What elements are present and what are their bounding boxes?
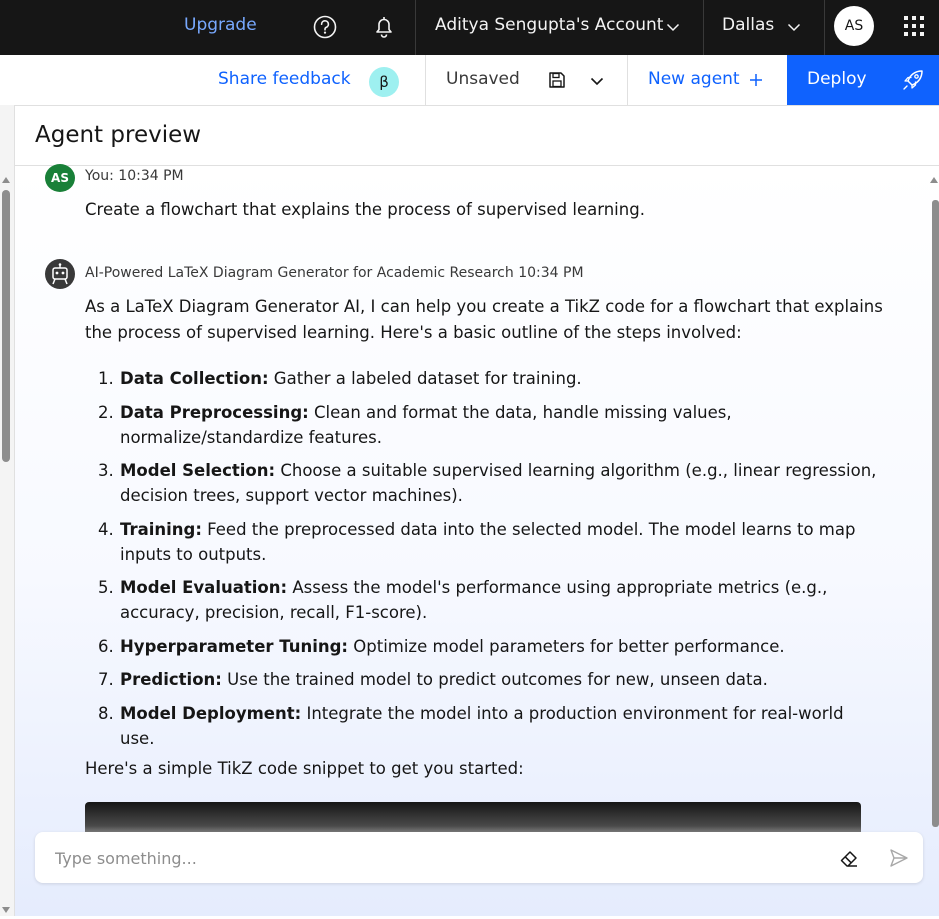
- toolbar-divider: [425, 55, 426, 105]
- list-item: 2. Data Preprocessing: Clean and format t…: [98, 402, 732, 447]
- bot-intro-line: the process of supervised learning. Here…: [85, 323, 742, 342]
- agent-preview-header: Agent preview: [15, 106, 939, 166]
- user-message-header: You: 10:34 PM: [85, 168, 184, 184]
- scroll-up-arrow-icon[interactable]: [929, 170, 939, 183]
- save-status: Unsaved: [446, 69, 520, 89]
- top-navigation-bar: Upgrade Aditya Sengupta's Account Dallas…: [0, 0, 939, 55]
- user-message-avatar: AS: [45, 164, 75, 192]
- bot-message-header: AI-Powered LaTeX Diagram Generator for A…: [85, 265, 584, 281]
- toolbar-divider: [627, 55, 628, 105]
- topbar-divider: [415, 0, 416, 55]
- supervised-learning-steps: 1. Data Collection: Gather a labeled data…: [98, 366, 878, 759]
- list-item: 1. Data Collection: Gather a labeled data…: [98, 369, 582, 388]
- share-feedback-link[interactable]: Share feedback: [218, 69, 351, 89]
- eraser-icon[interactable]: [838, 847, 860, 869]
- chevron-down-icon[interactable]: [787, 19, 801, 33]
- robot-icon: [45, 259, 75, 289]
- upgrade-link[interactable]: Upgrade: [184, 15, 257, 35]
- agent-toolbar: Share feedback β Unsaved New agent Deplo…: [0, 55, 939, 106]
- chat-input-container: [35, 832, 923, 883]
- list-item: 3. Model Selection: Choose a suitable sup…: [98, 461, 877, 505]
- list-item: 4. Training: Feed the preprocessed data i…: [98, 519, 856, 564]
- deploy-button[interactable]: Deploy: [787, 55, 939, 105]
- notification-bell-icon[interactable]: [371, 13, 397, 41]
- list-item: 8. Model Deployment: Integrate the model …: [98, 703, 844, 748]
- chevron-down-icon[interactable]: [666, 19, 680, 33]
- chat-scrollbar-thumb[interactable]: [932, 200, 939, 827]
- bot-name: AI-Powered LaTeX Diagram Generator for A…: [85, 265, 514, 281]
- code-intro-text: Here's a simple TikZ code snippet to get…: [85, 759, 524, 778]
- chat-message-input[interactable]: [53, 844, 817, 872]
- region-switcher[interactable]: Dallas: [722, 15, 774, 35]
- topbar-divider: [824, 0, 825, 55]
- bot-intro-line: As a LaTeX Diagram Generator AI, I can h…: [85, 297, 883, 316]
- topbar-divider: [703, 0, 704, 55]
- list-item: 6. Hyperparameter Tuning: Optimize model …: [98, 636, 785, 656]
- save-options-chevron-icon[interactable]: [590, 73, 604, 87]
- account-switcher[interactable]: Aditya Sengupta's Account: [435, 15, 663, 35]
- send-icon[interactable]: [889, 848, 909, 868]
- save-icon[interactable]: [548, 71, 566, 89]
- bot-message-time: 10:34 PM: [518, 265, 584, 281]
- plus-icon[interactable]: [749, 72, 763, 86]
- rocket-icon: [902, 69, 924, 91]
- list-item: 7. Prediction: Use the trained model to p…: [98, 670, 768, 689]
- user-message-text: Create a flowchart that explains the pro…: [85, 200, 645, 219]
- scroll-down-arrow-icon[interactable]: [1, 900, 11, 913]
- deploy-button-label: Deploy: [807, 69, 867, 89]
- user-avatar[interactable]: AS: [834, 6, 874, 46]
- beta-badge: β: [369, 67, 399, 97]
- help-icon[interactable]: [312, 13, 338, 41]
- list-item: 5. Model Evaluation: Assess the model's p…: [98, 578, 828, 622]
- page-title: Agent preview: [35, 122, 202, 148]
- new-agent-button[interactable]: New agent: [648, 69, 740, 89]
- app-switcher-icon[interactable]: [903, 15, 925, 37]
- scroll-up-arrow-icon[interactable]: [1, 170, 11, 183]
- left-scrollbar-thumb[interactable]: [2, 190, 10, 462]
